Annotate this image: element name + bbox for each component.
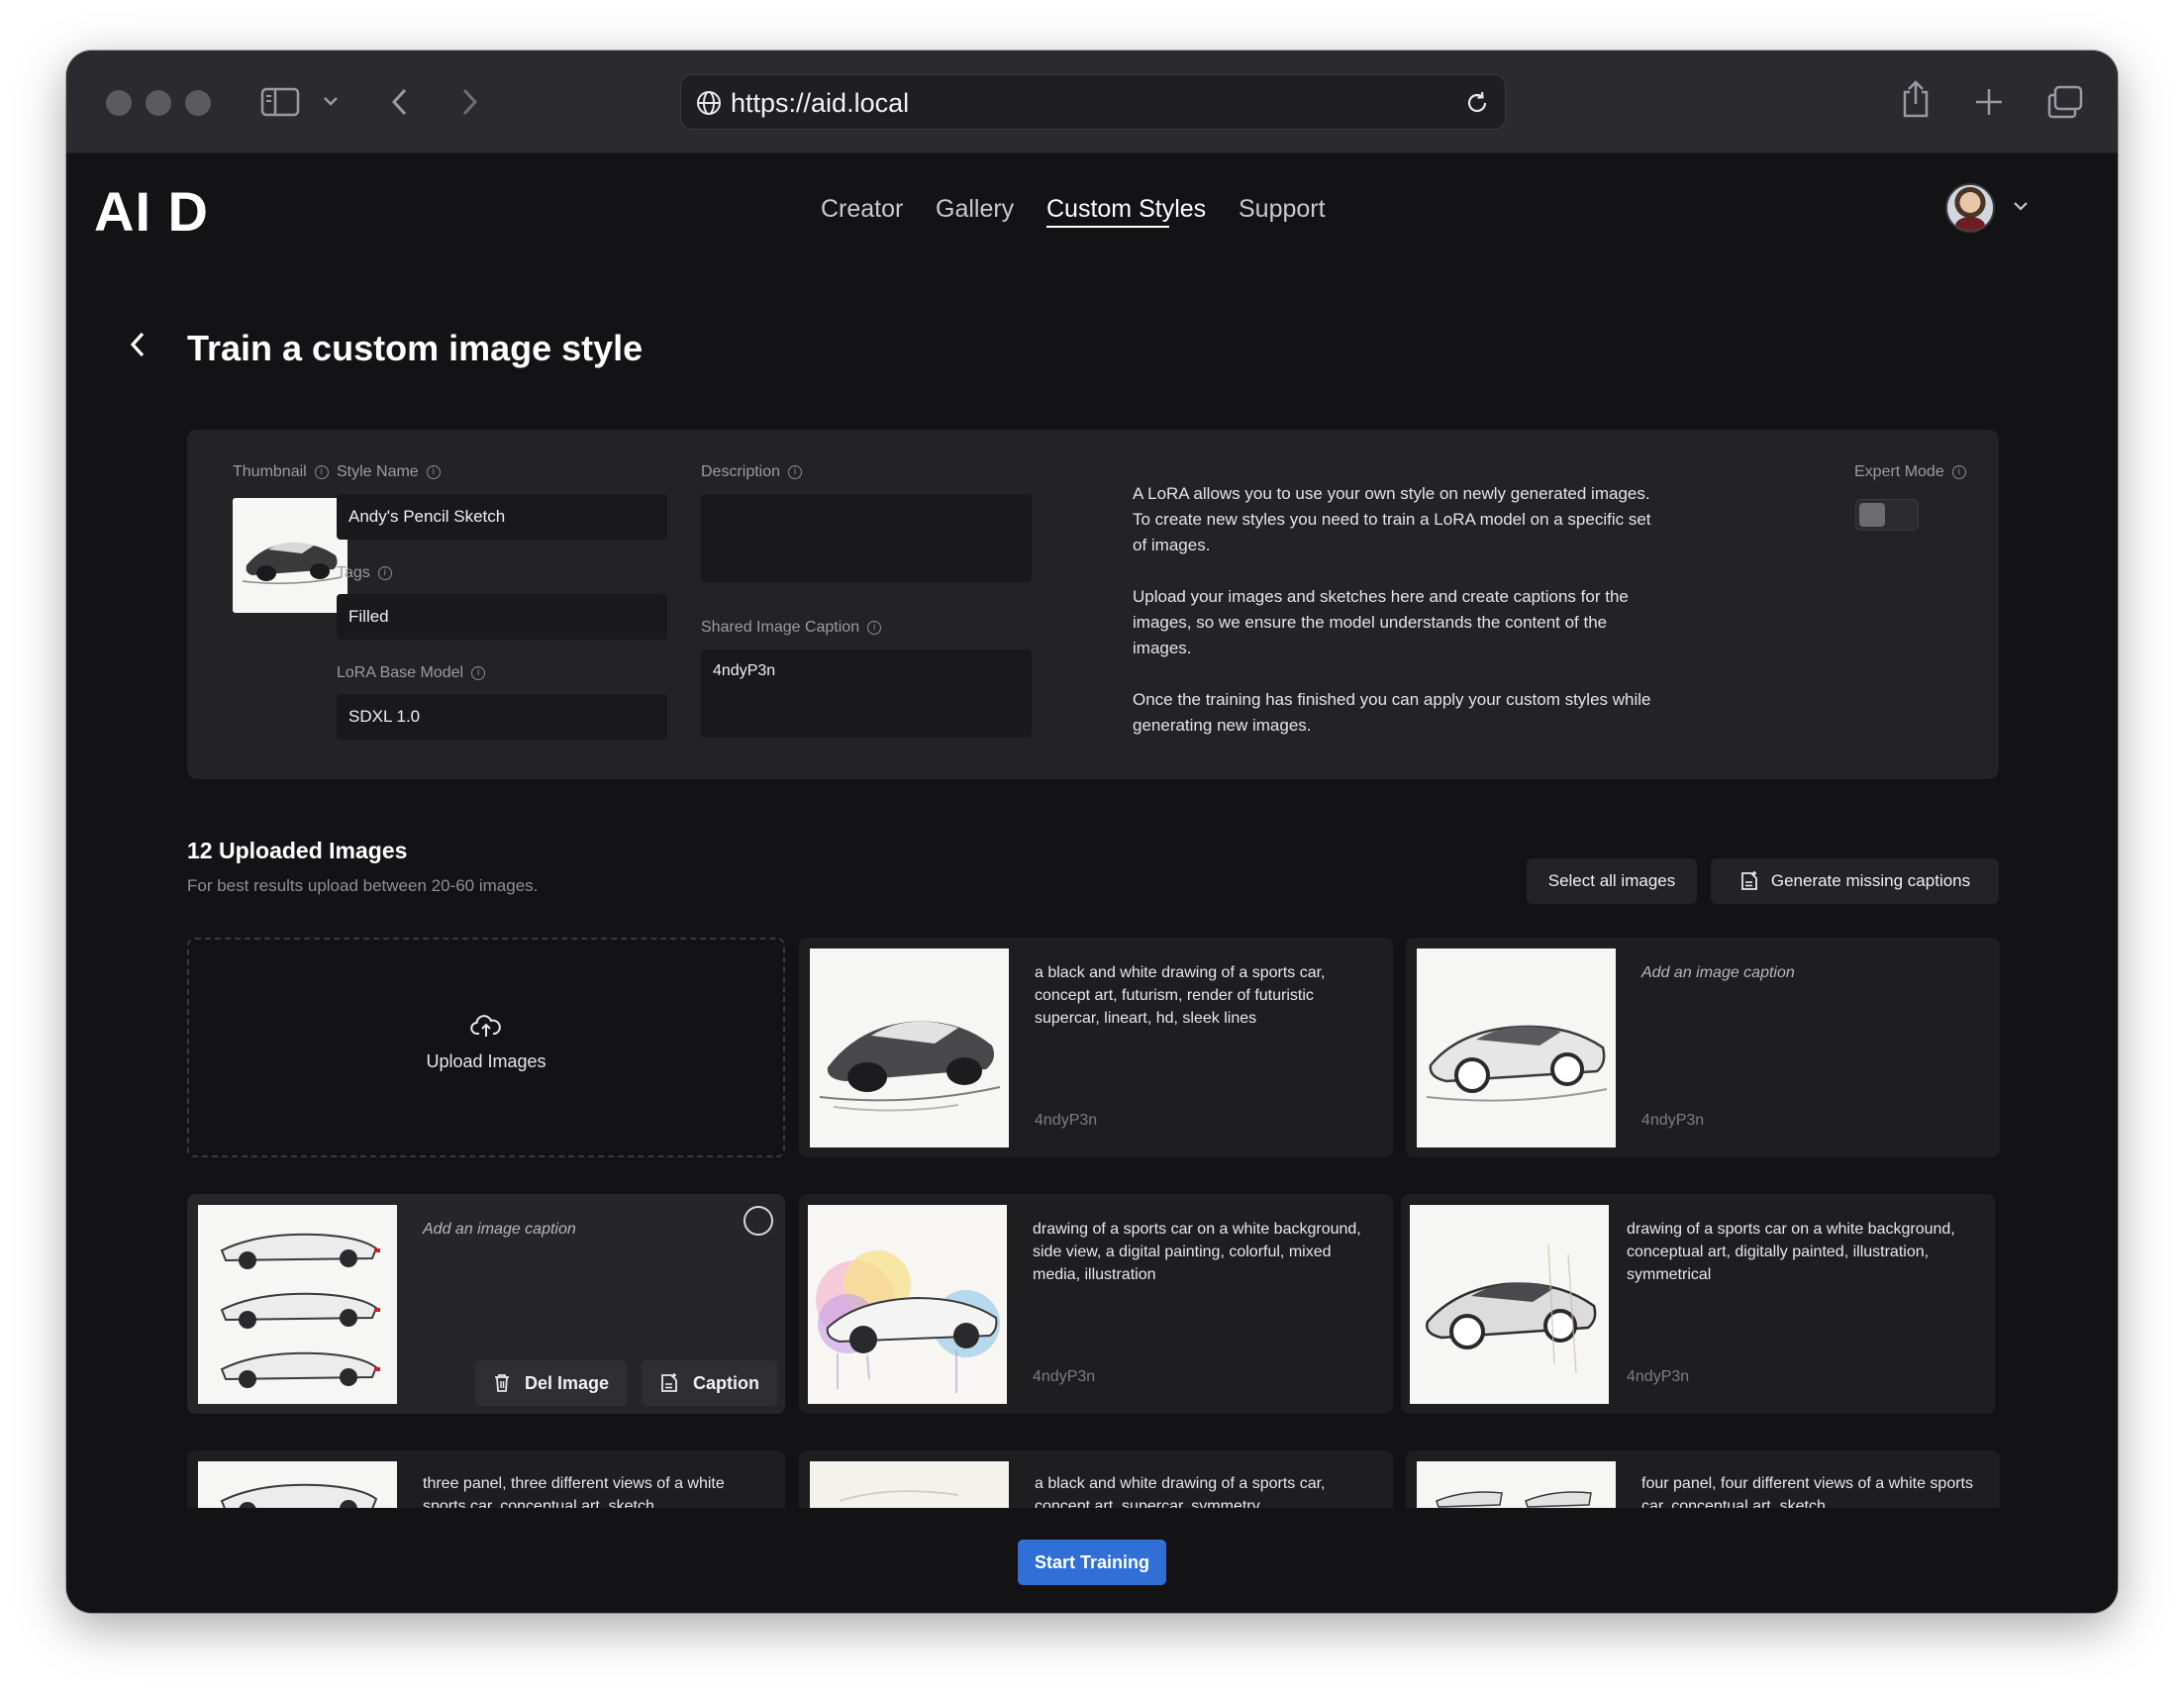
lora-base-model-select[interactable]: SDXL 1.0 bbox=[337, 694, 667, 740]
shared-image-caption-label: Shared Image Caption i bbox=[701, 619, 882, 637]
image-caption-placeholder[interactable]: Add an image caption bbox=[1641, 961, 1978, 984]
shared-caption-tag: 4ndyP3n bbox=[1641, 1112, 1705, 1129]
info-icon[interactable]: i bbox=[314, 465, 329, 479]
style-thumbnail[interactable] bbox=[233, 498, 347, 613]
shared-caption-tag: 4ndyP3n bbox=[1627, 1368, 1690, 1385]
card-image bbox=[810, 948, 1009, 1147]
car-sketch-image bbox=[1410, 1205, 1609, 1404]
upload-prompt: Upload Images bbox=[189, 1013, 783, 1072]
uploaded-images-title: 12 Uploaded Images bbox=[187, 838, 408, 863]
image-card[interactable]: drawing of a sports car on a white backg… bbox=[1401, 1194, 1995, 1414]
info-icon[interactable]: i bbox=[867, 621, 882, 635]
tab-overview-icon[interactable] bbox=[2046, 84, 2084, 120]
help-paragraph: Once the training has finished you can a… bbox=[1133, 690, 1651, 735]
app-logo[interactable]: AI D bbox=[94, 179, 209, 244]
image-card-hovered[interactable]: Add an image caption Del Image Caption bbox=[187, 1194, 785, 1414]
browser-window: https://aid.local AI D Creator Gallery C… bbox=[66, 50, 2118, 1613]
cloud-upload-icon bbox=[470, 1015, 501, 1037]
colorful-car-painting bbox=[808, 1205, 1007, 1404]
caption-button[interactable]: Caption bbox=[642, 1360, 777, 1406]
select-all-images-button[interactable]: Select all images bbox=[1527, 858, 1697, 904]
card-image bbox=[198, 1205, 397, 1404]
help-paragraph: Upload your images and sketches here and… bbox=[1133, 587, 1629, 657]
nav-custom-styles[interactable]: Custom Styles bbox=[1046, 195, 1206, 224]
share-icon[interactable] bbox=[1900, 78, 1932, 120]
toggle-knob bbox=[1859, 503, 1885, 527]
image-card[interactable]: a black and white drawing of a sports ca… bbox=[799, 938, 1393, 1157]
expert-mode-label: Expert Mode i bbox=[1854, 463, 1966, 481]
info-icon[interactable]: i bbox=[426, 465, 441, 479]
style-name-field[interactable]: Andy's Pencil Sketch bbox=[337, 494, 667, 540]
image-caption[interactable]: drawing of a sports car on a white backg… bbox=[1033, 1218, 1369, 1286]
avatar[interactable] bbox=[1945, 183, 1995, 233]
upload-dropzone[interactable]: Upload Images bbox=[187, 938, 785, 1157]
image-card[interactable]: drawing of a sports car on a white backg… bbox=[799, 1194, 1393, 1414]
select-image-radio[interactable] bbox=[744, 1206, 773, 1236]
page-title: Train a custom image style bbox=[187, 328, 644, 368]
url-text: https://aid.local bbox=[731, 88, 910, 118]
caption-doc-icon bbox=[1740, 871, 1757, 890]
zoom-window-button[interactable] bbox=[185, 90, 211, 116]
info-icon[interactable]: i bbox=[1951, 465, 1966, 479]
caption-doc-icon bbox=[661, 1373, 677, 1392]
car-sketch-image bbox=[810, 948, 1009, 1147]
image-card[interactable]: Add an image caption 4ndyP3n bbox=[1406, 938, 2000, 1157]
style-name-label: Style Name i bbox=[337, 463, 441, 481]
account-chevron-down-icon[interactable] bbox=[2012, 199, 2030, 213]
card-image bbox=[1410, 1205, 1609, 1404]
help-paragraph: A LoRA allows you to use your own style … bbox=[1133, 484, 1651, 554]
card-image bbox=[1417, 948, 1616, 1147]
uploaded-images-hint: For best results upload between 20-60 im… bbox=[187, 876, 539, 895]
info-icon[interactable]: i bbox=[471, 666, 486, 680]
car-sketch-image bbox=[233, 498, 347, 613]
nav-support[interactable]: Support bbox=[1239, 195, 1326, 224]
shared-image-caption-field[interactable]: 4ndyP3n bbox=[701, 649, 1032, 738]
description-label: Description i bbox=[701, 463, 803, 481]
sidebar-toggle-icon[interactable] bbox=[260, 86, 300, 118]
forward-nav-icon[interactable] bbox=[458, 86, 480, 118]
description-field[interactable] bbox=[701, 494, 1032, 582]
card-image bbox=[808, 1205, 1007, 1404]
image-caption[interactable]: a black and white drawing of a sports ca… bbox=[1035, 961, 1371, 1030]
shared-caption-tag: 4ndyP3n bbox=[1035, 1112, 1098, 1129]
upload-images-label: Upload Images bbox=[426, 1051, 546, 1071]
back-arrow-icon[interactable] bbox=[126, 328, 149, 361]
info-icon[interactable]: i bbox=[788, 465, 803, 479]
lora-help-text: A LoRA allows you to use your own style … bbox=[1133, 481, 1667, 764]
car-sketch-image bbox=[1417, 948, 1616, 1147]
thumbnail-label: Thumbnail i bbox=[233, 463, 329, 481]
nav-creator[interactable]: Creator bbox=[821, 195, 903, 224]
new-tab-icon[interactable] bbox=[1973, 86, 2005, 118]
globe-icon bbox=[697, 91, 721, 115]
generate-missing-captions-button[interactable]: Generate missing captions bbox=[1711, 858, 1999, 904]
delete-image-button[interactable]: Del Image bbox=[475, 1360, 628, 1406]
address-bar[interactable]: https://aid.local bbox=[680, 74, 1506, 130]
chevron-down-icon[interactable] bbox=[322, 94, 340, 108]
tags-field[interactable]: Filled bbox=[337, 594, 667, 640]
image-caption[interactable]: drawing of a sports car on a white backg… bbox=[1627, 1218, 1963, 1286]
three-panel-car-sketch bbox=[198, 1205, 397, 1404]
lora-base-model-label: LoRA Base Model i bbox=[337, 664, 486, 682]
image-caption-placeholder[interactable]: Add an image caption bbox=[423, 1218, 759, 1241]
style-settings-panel: Thumbnail i Style Name i Andy's Pencil Ske… bbox=[187, 430, 1999, 779]
start-training-button[interactable]: Start Training bbox=[1018, 1540, 1166, 1585]
shared-caption-tag: 4ndyP3n bbox=[1033, 1368, 1096, 1385]
nav-gallery[interactable]: Gallery bbox=[936, 195, 1014, 224]
trash-icon bbox=[495, 1374, 509, 1392]
active-nav-indicator bbox=[1046, 226, 1169, 228]
minimize-window-button[interactable] bbox=[146, 90, 171, 116]
reload-icon[interactable] bbox=[1463, 89, 1491, 117]
browser-toolbar: https://aid.local bbox=[66, 50, 2118, 153]
expert-mode-toggle[interactable] bbox=[1855, 499, 1919, 531]
close-window-button[interactable] bbox=[106, 90, 132, 116]
info-icon[interactable]: i bbox=[377, 566, 392, 580]
tags-label: Tags i bbox=[337, 564, 392, 582]
back-nav-icon[interactable] bbox=[389, 86, 411, 118]
